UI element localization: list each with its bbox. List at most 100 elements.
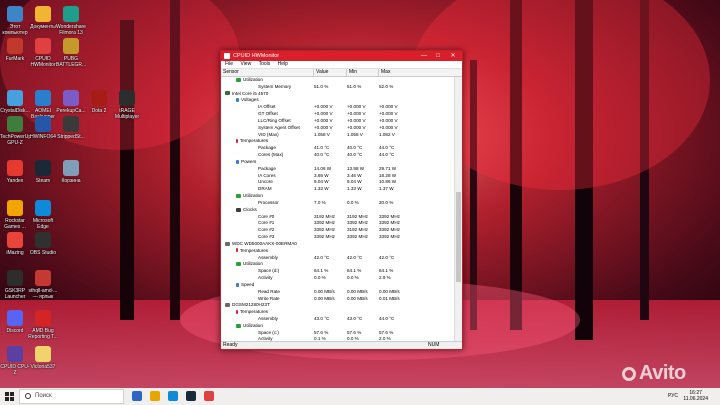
sensor-row[interactable]: Read Rate 0.00 MB/s 0.00 MB/s 0.00 MB/s — [221, 289, 454, 296]
sensor-row[interactable]: VID (Max) 1.058 V 1.058 V 1.082 V — [221, 132, 454, 139]
sensor-row[interactable]: Utilization — [221, 193, 454, 200]
desktop-icon[interactable]: Wondershare Filmora 13 — [56, 6, 86, 36]
sensor-row[interactable]: Assembly 42.0 °C 42.0 °C 42.0 °C — [221, 255, 454, 262]
sensor-row[interactable]: Activity 0.0 % 0.0 % 2.9 % — [221, 275, 454, 282]
sensor-row[interactable]: Package 14.06 W 13.98 W 29.71 W — [221, 166, 454, 173]
desktop-icon[interactable]: tRAGE Multiplayer — [112, 90, 142, 120]
pinned-app-icon[interactable] — [186, 391, 196, 401]
desktop-icon[interactable]: OBS Studio — [28, 232, 58, 256]
desktop-icon[interactable]: StrippedSt... — [56, 116, 86, 140]
scrollbar-thumb[interactable] — [456, 192, 461, 282]
desktop-icon[interactable]: CPUID HWMonitor — [28, 38, 58, 68]
sensor-row[interactable]: WDC WD5000AAKX-00ERMA0 — [221, 241, 454, 248]
sensor-row[interactable]: Processor 7.0 % 0.0 % 20.0 % — [221, 200, 454, 207]
sensor-row[interactable]: Intel Core i5 4570 — [221, 91, 454, 98]
sensor-row[interactable]: Package 41.0 °C 40.0 °C 44.0 °C — [221, 145, 454, 152]
sensor-row[interactable]: Temperatures — [221, 248, 454, 255]
sensor-row[interactable]: Core #2 3392 MHz 3192 MHz 3392 MHz — [221, 227, 454, 234]
sensor-row[interactable]: DGSM21280H23T — [221, 302, 454, 309]
sensor-min: 0.00 MB/s — [347, 295, 368, 301]
sensor-row[interactable]: IA Cores 3.69 W 3.46 W 18.28 W — [221, 173, 454, 180]
close-button[interactable]: ✕ — [446, 51, 460, 61]
sensor-min: +0.000 V — [347, 117, 366, 123]
sensor-row[interactable]: Write Rate 0.00 MB/s 0.00 MB/s 0.01 MB/s — [221, 296, 454, 303]
desktop-icon[interactable]: Rockstar Games ... — [0, 200, 30, 230]
sensor-row[interactable]: LLC/Ring Offset +0.000 V +0.000 V +0.000 V — [221, 118, 454, 125]
menu-tools[interactable]: Tools — [259, 61, 271, 67]
sensor-min: 0.0 % — [347, 199, 359, 205]
therm-icon — [236, 248, 238, 253]
sensor-row[interactable]: GT Offset +0.000 V +0.000 V +0.000 V — [221, 111, 454, 118]
sensor-row[interactable]: Utilization — [221, 261, 454, 268]
window-titlebar[interactable]: CPUID HWMonitor — □ ✕ — [221, 51, 462, 61]
sensor-label: Write Rate — [258, 295, 280, 301]
start-button[interactable] — [0, 388, 18, 405]
sensor-row[interactable]: Space (c:) 57.6 % 57.6 % 57.6 % — [221, 330, 454, 337]
desktop-icon[interactable]: Victoria537 — [28, 346, 58, 370]
pinned-app-icon[interactable] — [168, 391, 178, 401]
sensor-row[interactable]: Cores (Max) 40.0 °C 40.0 °C 44.0 °C — [221, 152, 454, 159]
desktop-icon[interactable]: Этот компьютер — [0, 6, 30, 36]
sensor-row[interactable]: Utilization — [221, 77, 454, 84]
desktop-icon[interactable]: Dota 2 — [84, 90, 114, 114]
desktop-icon-label: Discord — [6, 328, 24, 334]
pinned-app-icon[interactable] — [132, 391, 142, 401]
clock[interactable]: 16:27 11.06.2024 — [683, 390, 708, 402]
pinned-app-icon[interactable] — [204, 391, 214, 401]
sensor-row[interactable]: DRAM 1.33 W 1.33 W 1.37 W — [221, 186, 454, 193]
desktop-icon[interactable]: AMD Bug Reporting T... — [28, 310, 58, 340]
column-sensor[interactable]: Sensor — [221, 69, 239, 76]
desktop-icon[interactable]: CrystalDisk... — [0, 90, 30, 114]
sensor-row[interactable]: Core #0 3192 MHz 3192 MHz 3392 MHz — [221, 214, 454, 221]
sensor-row[interactable]: Core #1 3392 MHz 3392 MHz 3392 MHz — [221, 220, 454, 227]
desktop-icon[interactable]: Корзина — [56, 160, 86, 184]
sensor-row[interactable]: Speed — [221, 282, 454, 289]
sensor-row[interactable]: System Agent Offset +0.000 V +0.000 V +0.00… — [221, 125, 454, 132]
sensor-row[interactable]: Voltages — [221, 97, 454, 104]
menu-file[interactable]: File — [225, 61, 233, 67]
desktop-icon[interactable]: PUBG BATTLEGR... — [56, 38, 86, 68]
desktop-icon[interactable]: GSK3RP Launcher — [0, 270, 30, 300]
menu-view[interactable]: View — [240, 61, 251, 67]
desktop-icon[interactable]: TechPowerUp GPU-Z — [0, 116, 31, 146]
desktop-icon[interactable]: iMazing — [0, 232, 30, 256]
column-value[interactable]: Value — [313, 69, 328, 76]
desktop-icon[interactable]: sthqll-amd-... — ярлык — [28, 270, 58, 300]
menu-help[interactable]: Help — [278, 61, 288, 67]
desktop-icon[interactable]: Yandex — [0, 160, 30, 184]
sensor-row[interactable]: Uncore 9.04 W 9.04 W 10.86 W — [221, 179, 454, 186]
language-indicator[interactable]: РУС — [668, 393, 678, 399]
sensor-row[interactable]: Temperatures — [221, 309, 454, 316]
desktop-icon[interactable]: CPUID CPU-Z — [0, 346, 30, 376]
sensor-row[interactable]: Temperatures — [221, 138, 454, 145]
sensor-tree[interactable]: Utilization System Memory 51.0 % 51.0 % 52.0… — [221, 77, 454, 342]
desktop-icon[interactable]: Документы — [28, 6, 58, 30]
desktop-icon[interactable]: HWINFO64 — [28, 116, 58, 140]
sensor-row[interactable]: Assembly 43.0 °C 43.0 °C 44.0 °C — [221, 316, 454, 323]
desktop-icon[interactable]: PerekupCa... — [56, 90, 86, 114]
sensor-row[interactable]: Core #3 3392 MHz 3392 MHz 3392 MHz — [221, 234, 454, 241]
sensor-row[interactable]: Utilization — [221, 323, 454, 330]
desktop-icon[interactable]: Microsoft Edge — [28, 200, 58, 230]
hwmonitor-app-icon — [224, 53, 230, 59]
desktop-icon-label: CPUID CPU-Z — [0, 364, 30, 376]
desktop-icon[interactable]: Steam — [28, 160, 58, 184]
sensor-row[interactable]: Space (d:) 64.1 % 64.1 % 64.1 % — [221, 268, 454, 275]
pinned-app-icon[interactable] — [150, 391, 160, 401]
desktop-icon[interactable]: Discord — [0, 310, 30, 334]
sensor-row[interactable]: IA Offset +0.000 V +0.000 V +0.000 V — [221, 104, 454, 111]
column-min[interactable]: Min — [346, 69, 357, 76]
minimize-button[interactable]: — — [417, 51, 431, 61]
vertical-scrollbar[interactable] — [454, 77, 462, 342]
desktop-icon[interactable]: FurMark — [0, 38, 30, 62]
taskbar-search-input[interactable]: Поиск — [19, 389, 124, 404]
hwmonitor-window[interactable]: CPUID HWMonitor — □ ✕ File View Tools He… — [220, 50, 463, 350]
maximize-button[interactable]: □ — [431, 51, 445, 61]
sensor-name: Speed — [236, 282, 254, 289]
column-max[interactable]: Max — [378, 69, 390, 76]
sensor-row[interactable]: Clocks — [221, 207, 454, 214]
bolt-icon — [236, 159, 239, 164]
sensor-value: 9.04 W — [314, 179, 329, 185]
sensor-row[interactable]: System Memory 51.0 % 51.0 % 52.0 % — [221, 84, 454, 91]
sensor-row[interactable]: Powers — [221, 159, 454, 166]
